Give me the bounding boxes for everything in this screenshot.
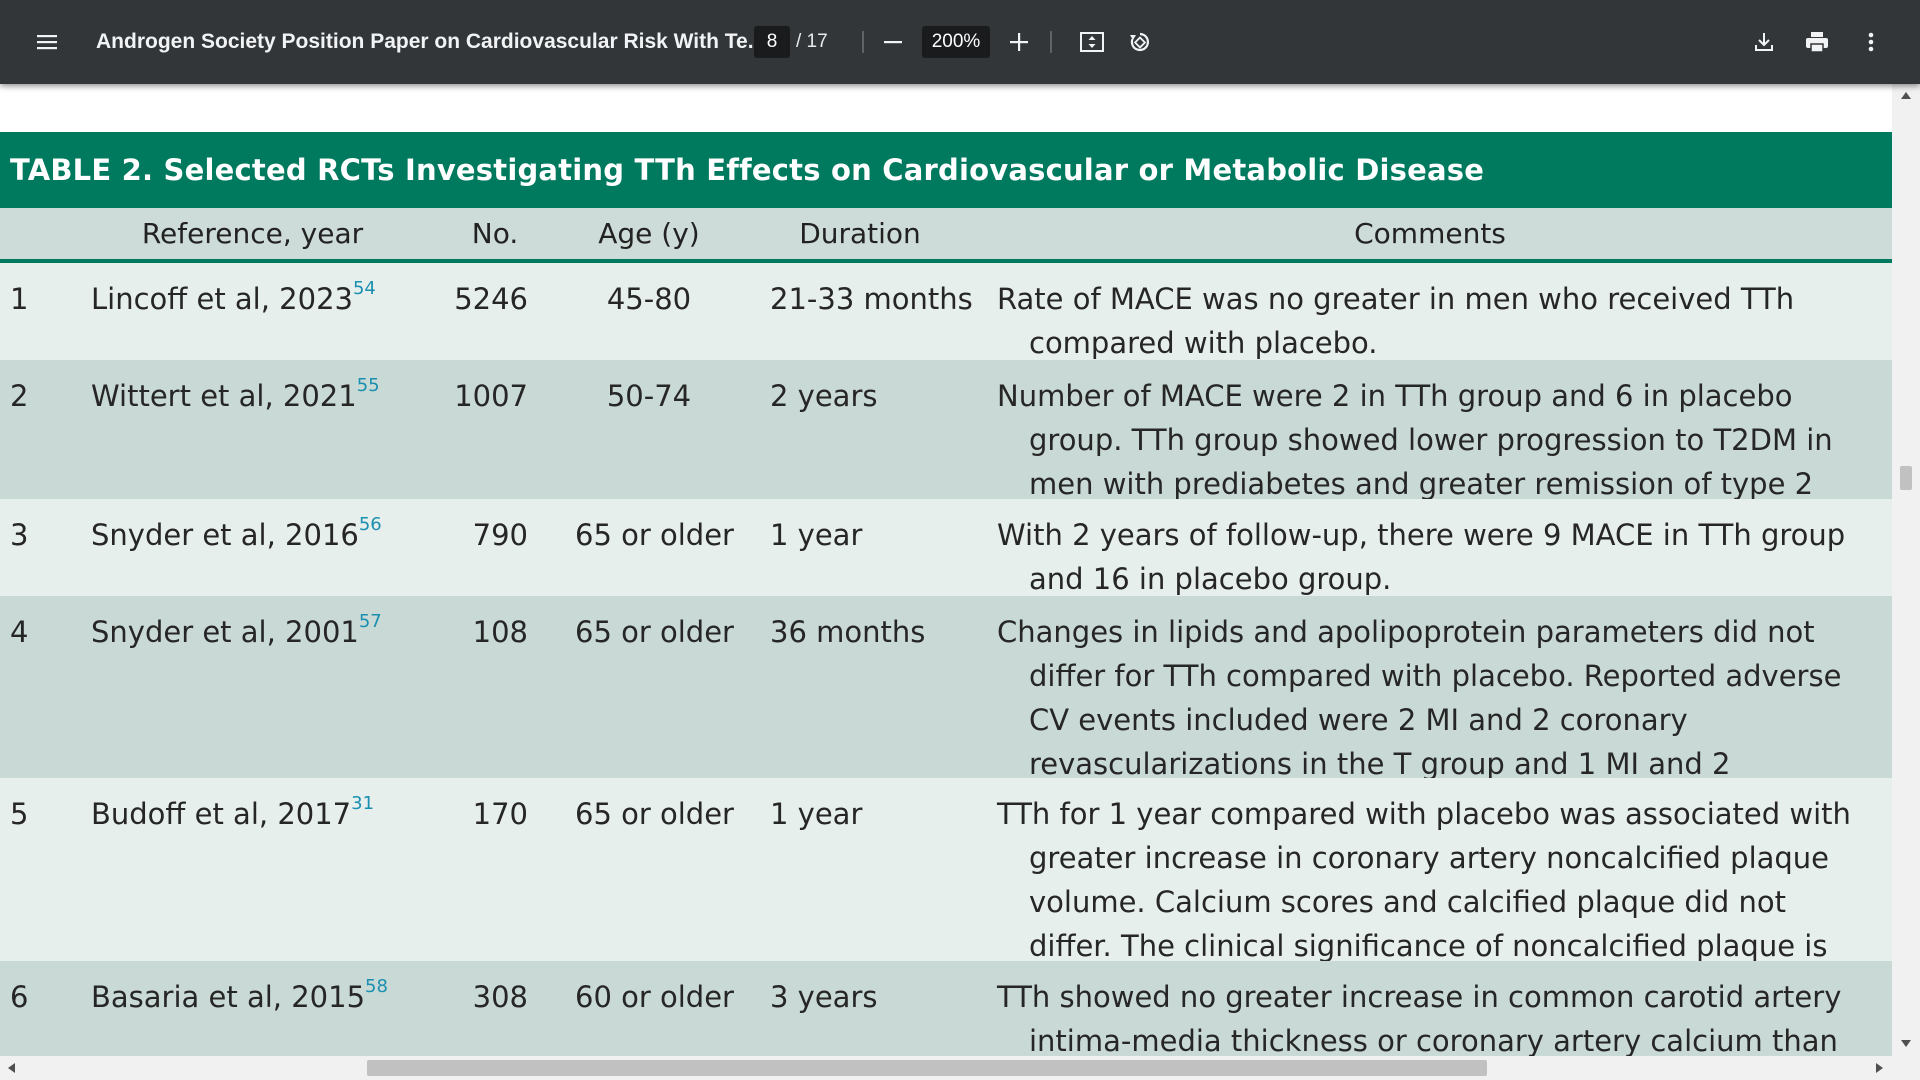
row-duration: 1 year [770, 518, 863, 552]
page-total: / 17 [796, 31, 828, 52]
row-no: 1007 [454, 379, 528, 413]
row-age: 60 or older [575, 980, 734, 1014]
menu-icon[interactable] [23, 18, 71, 66]
citation-link[interactable]: 56 [359, 514, 382, 535]
row-age: 65 or older [575, 797, 734, 831]
citation-link[interactable]: 31 [351, 793, 374, 814]
header-age: Age (y) [598, 217, 700, 250]
table-title: TABLE 2. Selected RCTs Investigating TTh… [0, 132, 1892, 208]
fit-page-icon[interactable] [1068, 18, 1116, 66]
row-index: 1 [10, 282, 29, 316]
table-row: 4 Snyder et al, 200157 108 65 or older 3… [0, 596, 1892, 825]
row-no: 108 [472, 615, 528, 649]
row-index: 6 [10, 980, 29, 1014]
header-no: No. [471, 217, 519, 250]
more-vert-icon[interactable] [1847, 18, 1895, 66]
scroll-up-icon[interactable] [1901, 92, 1911, 99]
toolbar-divider [1050, 31, 1052, 53]
rct-table: TABLE 2. Selected RCTs Investigating TTh… [0, 132, 1892, 1080]
scroll-right-icon[interactable] [1876, 1063, 1883, 1073]
table-header-row: Reference, year No. Age (y) Duration Com… [0, 208, 1892, 263]
row-reference: Budoff et al, 201731 [91, 793, 375, 831]
pdf-toolbar: Androgen Society Position Paper on Cardi… [0, 0, 1920, 84]
row-duration: 21-33 months [770, 282, 973, 316]
zoom-level-input[interactable]: 200% [922, 26, 990, 58]
citation-link[interactable]: 54 [353, 278, 376, 299]
row-duration: 2 years [770, 379, 878, 413]
row-age: 45-80 [606, 282, 692, 316]
table-row: 6 Basaria et al, 201558 308 60 or older … [0, 961, 1892, 1080]
scroll-down-icon[interactable] [1901, 1040, 1911, 1047]
row-index: 5 [10, 797, 29, 831]
row-index: 2 [10, 379, 29, 413]
row-reference: Wittert et al, 202155 [91, 375, 380, 413]
row-reference: Lincoff et al, 202354 [91, 278, 376, 316]
row-duration: 3 years [770, 980, 878, 1014]
citation-link[interactable]: 57 [359, 611, 382, 632]
row-reference: Basaria et al, 201558 [91, 976, 388, 1014]
horizontal-scroll-thumb[interactable] [367, 1060, 1487, 1076]
header-reference: Reference, year [141, 217, 364, 250]
row-no: 308 [472, 980, 528, 1014]
row-comment: Rate of MACE was no greater in men who r… [997, 282, 1795, 360]
header-duration: Duration [799, 217, 921, 250]
row-age: 50-74 [606, 379, 692, 413]
print-icon[interactable] [1793, 18, 1841, 66]
rotate-icon[interactable] [1116, 18, 1164, 66]
citation-link[interactable]: 58 [365, 976, 388, 997]
zoom-out-icon[interactable] [869, 18, 917, 66]
toolbar-divider [862, 31, 864, 53]
horizontal-scrollbar[interactable] [0, 1056, 1892, 1080]
citation-link[interactable]: 55 [357, 375, 380, 396]
row-age: 65 or older [575, 615, 734, 649]
header-comments: Comments [1354, 217, 1506, 250]
table-row: 5 Budoff et al, 201731 170 65 or older 1… [0, 778, 1892, 1007]
row-duration: 36 months [770, 615, 926, 649]
download-icon[interactable] [1740, 18, 1788, 66]
document-title: Androgen Society Position Paper on Cardi… [96, 30, 766, 53]
row-index: 3 [10, 518, 29, 552]
row-reference: Snyder et al, 200157 [91, 611, 382, 649]
row-index: 4 [10, 615, 29, 649]
table-row: 1 Lincoff et al, 202354 5246 45-80 21-33… [0, 263, 1892, 360]
vertical-scroll-thumb[interactable] [1900, 466, 1912, 490]
vertical-scrollbar[interactable] [1892, 84, 1920, 1080]
row-comment: With 2 years of follow-up, there were 9 … [997, 518, 1846, 596]
row-no: 5246 [454, 282, 528, 316]
scroll-left-icon[interactable] [8, 1063, 15, 1073]
page-number-input[interactable]: 8 [754, 26, 790, 58]
row-age: 65 or older [575, 518, 734, 552]
row-no: 170 [472, 797, 528, 831]
table-row: 2 Wittert et al, 202155 1007 50-74 2 yea… [0, 360, 1892, 545]
row-no: 790 [472, 518, 528, 552]
pdf-viewer[interactable]: TABLE 2. Selected RCTs Investigating TTh… [0, 84, 1920, 1080]
row-reference: Snyder et al, 201656 [91, 514, 382, 552]
row-duration: 1 year [770, 797, 863, 831]
zoom-in-icon[interactable] [995, 18, 1043, 66]
table-row: 3 Snyder et al, 201656 790 65 or older 1… [0, 499, 1892, 596]
